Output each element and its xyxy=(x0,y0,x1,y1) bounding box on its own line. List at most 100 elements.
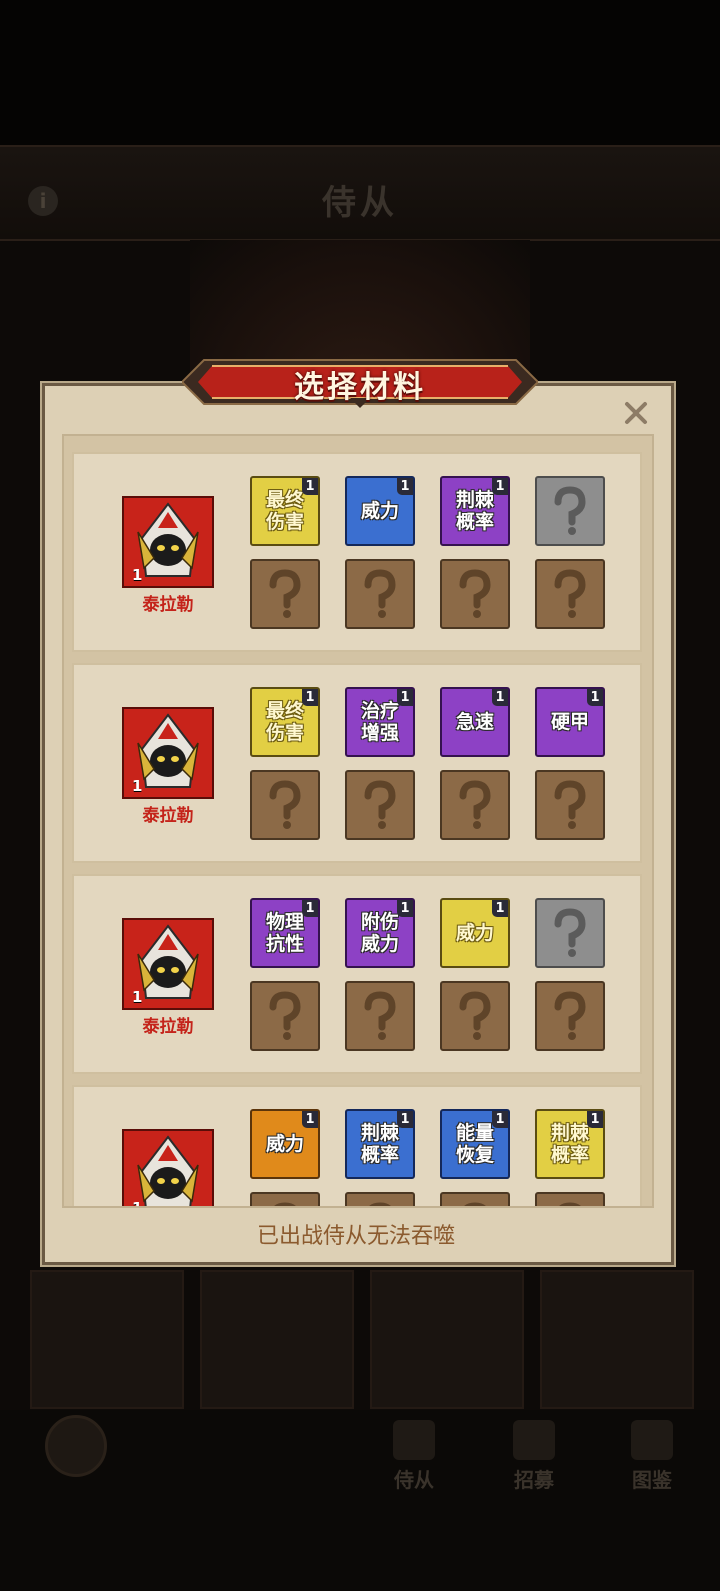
hooded-hero-icon xyxy=(137,1135,199,1206)
question-mark-icon xyxy=(537,983,603,1049)
hero-portrait: 1 xyxy=(122,918,214,1010)
background-card xyxy=(370,1270,524,1409)
attribute-count: 1 xyxy=(492,689,508,706)
flag-icon xyxy=(513,1420,555,1460)
question-mark-icon xyxy=(442,1194,508,1206)
material-row[interactable]: 1 泰拉勒 最终 伤害 1 威力 1 荆棘 概率 1 xyxy=(72,452,642,652)
attribute-slot[interactable]: 最终 伤害 1 xyxy=(250,476,320,546)
question-mark-icon xyxy=(537,1194,603,1206)
dialog-title: 选择材料 xyxy=(294,370,426,405)
hero-portrait: 1 xyxy=(122,1129,214,1208)
background-card xyxy=(540,1270,694,1409)
helmet-icon xyxy=(393,1420,435,1460)
hero-card[interactable]: 1 泰拉勒 xyxy=(122,918,214,1037)
question-mark-icon xyxy=(252,983,318,1049)
attribute-count: 1 xyxy=(492,900,508,917)
attribute-count: 1 xyxy=(302,689,318,706)
nav-label: 侍从 xyxy=(394,1468,434,1492)
nav-label: 图鉴 xyxy=(632,1468,672,1492)
empty-slot[interactable] xyxy=(345,559,415,629)
attribute-slot[interactable]: 急速 1 xyxy=(440,687,510,757)
empty-slot[interactable] xyxy=(440,559,510,629)
attribute-slot[interactable]: 治疗 增强 1 xyxy=(345,687,415,757)
attribute-slot[interactable]: 荆棘 概率 1 xyxy=(345,1109,415,1179)
empty-slot[interactable] xyxy=(250,559,320,629)
empty-slot[interactable] xyxy=(345,770,415,840)
question-mark-icon xyxy=(442,983,508,1049)
nav-label: 招募 xyxy=(514,1468,554,1492)
hero-level: 1 xyxy=(132,1199,143,1208)
attribute-slot[interactable]: 能量 恢复 1 xyxy=(440,1109,510,1179)
hero-card[interactable]: 1 泰拉勒 xyxy=(122,707,214,826)
question-mark-icon xyxy=(252,1194,318,1206)
hero-name: 泰拉勒 xyxy=(142,806,194,826)
question-mark-icon xyxy=(537,561,603,627)
attribute-slot[interactable]: 威力 1 xyxy=(440,898,510,968)
question-mark-icon xyxy=(537,478,603,544)
question-mark-icon xyxy=(537,772,603,838)
empty-slot[interactable] xyxy=(250,770,320,840)
footer-note: 已出战侍从无法吞噬 xyxy=(256,1224,455,1249)
close-button[interactable] xyxy=(620,397,652,429)
empty-slot[interactable] xyxy=(535,981,605,1051)
attribute-count: 1 xyxy=(492,478,508,495)
attribute-slot[interactable]: 硬甲 1 xyxy=(535,687,605,757)
back-button[interactable] xyxy=(45,1415,107,1477)
hero-level: 1 xyxy=(132,777,143,795)
empty-slot[interactable] xyxy=(535,1192,605,1206)
background-top xyxy=(0,0,720,145)
material-row[interactable]: 1泰拉勒威力1 荆棘 概率1 能量 恢复1 荆棘 概率1 xyxy=(72,1085,642,1208)
info-icon[interactable]: i xyxy=(28,186,58,216)
attribute-slot[interactable]: 荆棘 概率 1 xyxy=(535,1109,605,1179)
material-list[interactable]: 1 泰拉勒 最终 伤害 1 威力 1 荆棘 概率 1 1 泰拉勒 最终 伤害 1 治疗 增强 1 急速 1 硬甲… xyxy=(62,434,654,1208)
empty-slot[interactable] xyxy=(345,981,415,1051)
nav-item-codex[interactable]: 图鉴 xyxy=(612,1420,692,1493)
empty-slot[interactable] xyxy=(345,1192,415,1206)
hero-name: 泰拉勒 xyxy=(142,595,194,615)
question-mark-icon xyxy=(252,772,318,838)
attribute-count: 1 xyxy=(302,1111,318,1128)
attribute-slot[interactable]: 最终 伤害 1 xyxy=(250,687,320,757)
hero-name: 泰拉勒 xyxy=(142,1017,194,1037)
background-screen-title: 侍从 xyxy=(322,183,398,223)
attribute-count: 1 xyxy=(302,900,318,917)
attribute-slot[interactable]: 物理 抗性 1 xyxy=(250,898,320,968)
empty-slot[interactable] xyxy=(440,981,510,1051)
attribute-count: 1 xyxy=(397,900,413,917)
background-card-strip xyxy=(30,1270,694,1410)
hero-card[interactable]: 1泰拉勒 xyxy=(122,1129,214,1208)
background-card xyxy=(30,1270,184,1409)
attribute-count: 1 xyxy=(397,689,413,706)
empty-slot[interactable] xyxy=(535,559,605,629)
question-mark-icon xyxy=(347,772,413,838)
material-row[interactable]: 1 泰拉勒 最终 伤害 1 治疗 增强 1 急速 1 硬甲 1 xyxy=(72,663,642,863)
question-mark-icon xyxy=(347,561,413,627)
hero-level: 1 xyxy=(132,988,143,1006)
hero-card[interactable]: 1 泰拉勒 xyxy=(122,496,214,615)
question-mark-icon xyxy=(537,900,603,966)
question-mark-icon xyxy=(442,772,508,838)
empty-slot[interactable] xyxy=(440,1192,510,1206)
hero-portrait: 1 xyxy=(122,496,214,588)
material-row[interactable]: 1 泰拉勒 物理 抗性 1 附伤 威力 1 威力 1 xyxy=(72,874,642,1074)
locked-slot[interactable] xyxy=(535,476,605,546)
empty-slot[interactable] xyxy=(440,770,510,840)
attribute-slot[interactable]: 威力 1 xyxy=(345,476,415,546)
attribute-count: 1 xyxy=(492,1111,508,1128)
attribute-count: 1 xyxy=(587,1111,603,1128)
attribute-count: 1 xyxy=(587,689,603,706)
question-mark-icon xyxy=(347,983,413,1049)
locked-slot[interactable] xyxy=(535,898,605,968)
empty-slot[interactable] xyxy=(535,770,605,840)
empty-slot[interactable] xyxy=(250,1192,320,1206)
nav-item-recruit[interactable]: 招募 xyxy=(494,1420,574,1493)
attribute-slot[interactable]: 威力 1 xyxy=(250,1109,320,1179)
attribute-count: 1 xyxy=(397,478,413,495)
nav-item-attendants[interactable]: 侍从 xyxy=(374,1420,454,1493)
attribute-slot[interactable]: 附伤 威力 1 xyxy=(345,898,415,968)
background-card xyxy=(200,1270,354,1409)
empty-slot[interactable] xyxy=(250,981,320,1051)
hero-level: 1 xyxy=(132,566,143,584)
attribute-slot[interactable]: 荆棘 概率 1 xyxy=(440,476,510,546)
question-mark-icon xyxy=(347,1194,413,1206)
